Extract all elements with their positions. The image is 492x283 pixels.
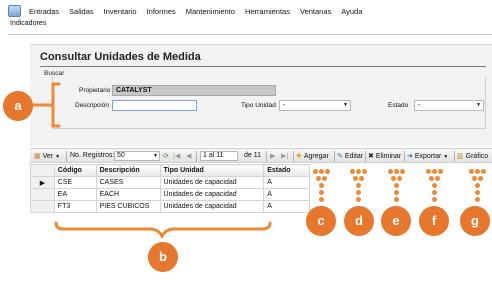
callout-d: d	[344, 206, 374, 236]
callout-c: c	[306, 206, 336, 236]
bracket-b	[54, 221, 272, 240]
callout-a: a	[3, 91, 33, 121]
callout-b: b	[148, 242, 178, 272]
callout-f: f	[419, 206, 449, 236]
callout-brackets	[31, 82, 272, 240]
callout-e: e	[381, 206, 411, 236]
callout-g: g	[460, 206, 490, 236]
bracket-a	[31, 82, 61, 128]
